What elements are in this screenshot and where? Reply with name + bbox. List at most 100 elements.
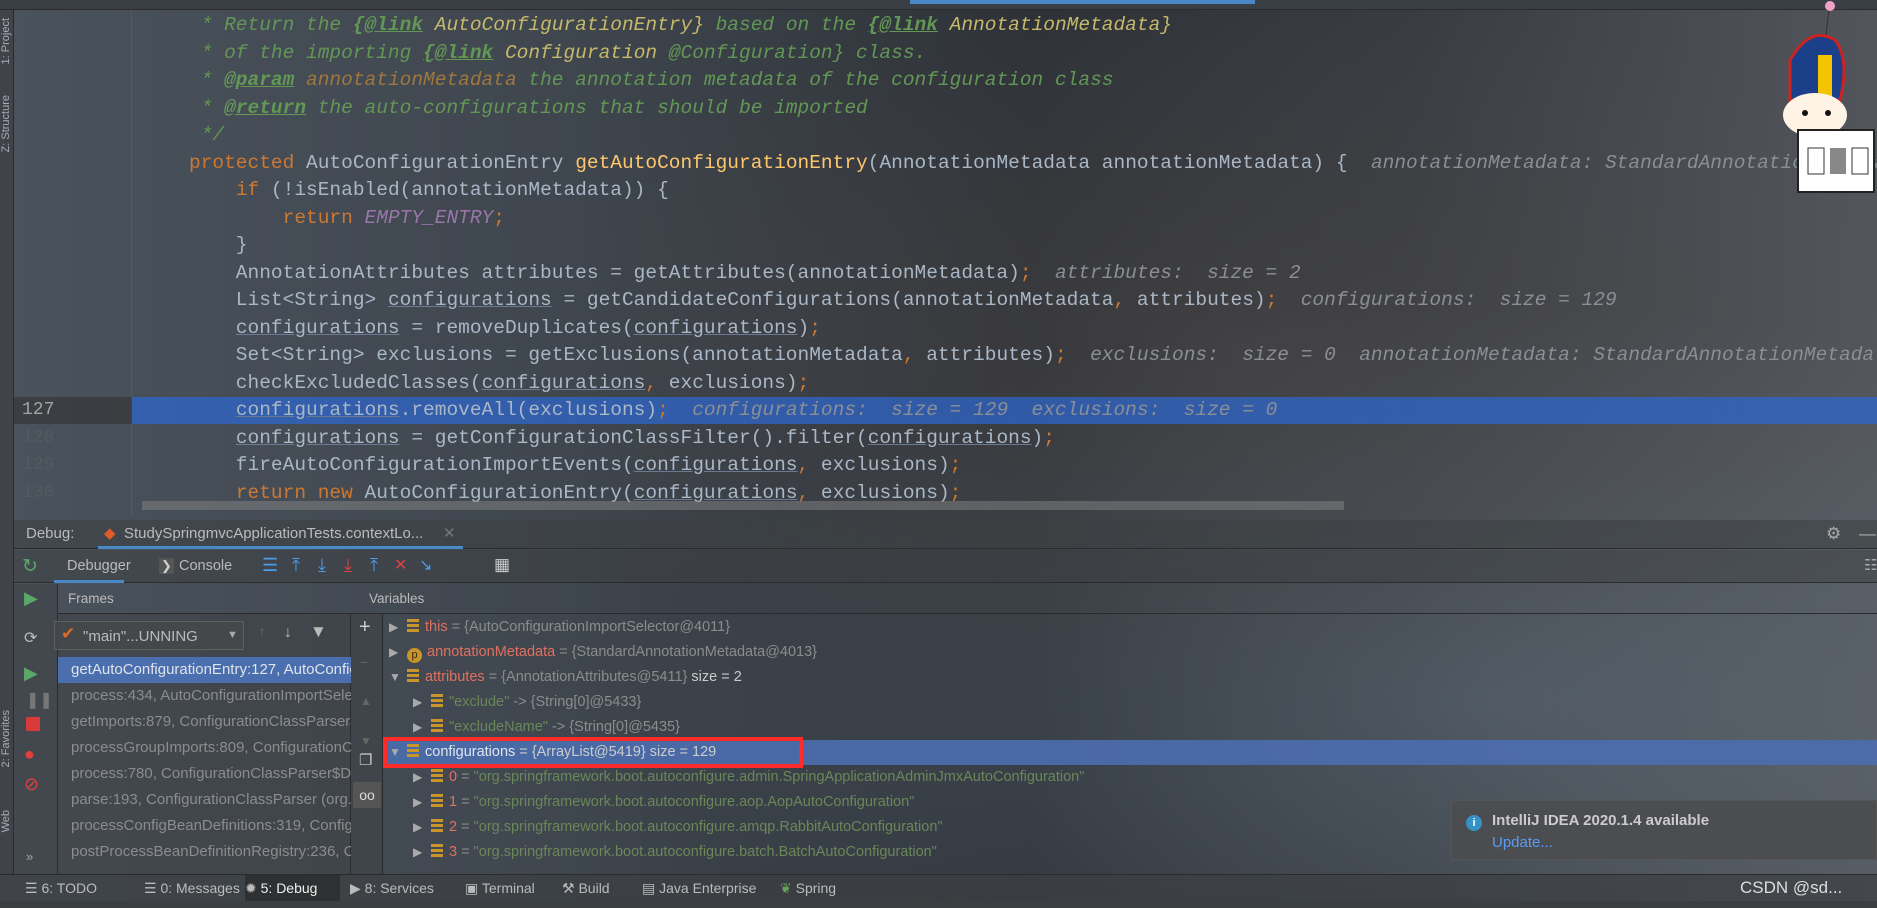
thread-select[interactable]: ✔ "main"...UNNING ▼ [54,621,244,650]
code-line: if (!isEnabled(annotationMetadata)) { [189,177,1877,205]
structure-tool-button[interactable]: Z: Structure [0,95,14,152]
editor-horizontal-scrollbar[interactable] [142,501,1344,510]
tab-console-label: Console [179,558,233,574]
variable-row[interactable]: ▶ "exclude" -> {String[0]@5433} [383,690,1877,715]
frame-item[interactable]: process:780, ConfigurationClassParser$De… [58,761,351,787]
view-breakpoints-icon[interactable]: ● [24,744,35,765]
filter-icon[interactable]: ▼ [310,622,327,642]
variable-name: this [425,619,448,635]
collapse-arrow-icon[interactable]: ▼ [389,665,407,690]
tool-tab[interactable]: ▣ Terminal [465,875,555,901]
add-watch-icon[interactable]: + [359,616,371,639]
left-tool-strip: 1: Project Z: Structure 2: Favorites Web [0,10,14,874]
expand-arrow-icon[interactable]: ▶ [413,815,431,840]
arrow-down-icon[interactable]: ↓ [284,624,292,642]
code-token: EMPTY_ENTRY [364,206,494,229]
code-token: AnnotationMetadata} [937,14,1172,36]
step-over-icon[interactable]: ⤓ [318,555,326,576]
code-token: ; [809,316,821,339]
gear-icon[interactable]: ⚙ [1826,524,1841,544]
frames-list[interactable]: getAutoConfigurationEntry:127, AutoConfi… [58,657,351,874]
tool-tab[interactable]: ⚒ Build [562,875,634,901]
frame-item[interactable]: parse:193, ConfigurationClassParser (org… [58,787,351,813]
more-icon[interactable]: » [26,849,33,864]
code-token: configurations [633,316,798,339]
web-tool-button[interactable]: Web [0,810,14,832]
expand-arrow-icon[interactable]: ▶ [413,765,431,790]
drop-frame-icon[interactable]: ✕ [394,555,407,575]
run-to-cursor-icon[interactable]: ↘ [419,555,432,575]
inline-debug-value: configurations: size = 129 exclusions: s… [668,399,1278,421]
minimize-icon[interactable]: — [1859,524,1876,544]
messages-icon: ☰ [144,880,161,896]
move-up-icon[interactable]: ▲ [360,694,372,708]
code-line: * Return the {@link AutoConfigurationEnt… [189,12,1877,40]
code-token: {@link [352,14,424,36]
variable-row[interactable]: ▶ p annotationMetadata = {StandardAnnotati… [383,640,1877,665]
tool-tab[interactable]: ▤ Java Enterprise [642,875,772,901]
code-line: AnnotationAttributes attributes = getAtt… [189,260,1877,288]
expand-arrow-icon[interactable]: ▶ [389,640,407,665]
copy-icon[interactable]: ❐ [359,751,372,769]
step-into-icon[interactable]: ⤓ [344,555,352,576]
session-tab-label: StudySpringmvcApplicationTests.contextLo… [124,525,424,542]
tool-tab-label: 5: Debug [260,880,318,896]
active-editor-tab[interactable] [910,0,1255,4]
show-execution-point-icon[interactable]: ⤒ [292,555,300,576]
frame-item[interactable]: getImports:879, ConfigurationClassParser… [58,709,351,735]
project-tool-button[interactable]: 1: Project [0,18,14,64]
inline-debug-value: configurations: size = 129 [1277,289,1617,311]
variable-name: 0 [449,769,458,785]
variable-row[interactable]: ▶ this = {AutoConfigurationImportSelector… [383,615,1877,640]
frame-item[interactable]: process:434, AutoConfigurationImportSele… [58,683,351,709]
mute-breakpoints-icon[interactable]: ⊘ [24,774,39,795]
code-token: , [1113,289,1126,311]
update-notification[interactable]: i IntelliJ IDEA 2020.1.4 available Updat… [1451,800,1877,860]
tab-console[interactable]: ❯ Console [159,550,259,583]
frame-item[interactable]: getAutoConfigurationEntry:127, AutoConfi… [58,657,351,683]
code-token: exclusions) [809,454,950,476]
expand-arrow-icon[interactable]: ▶ [413,690,431,715]
favorites-tool-button[interactable]: 2: Favorites [0,710,14,767]
update-link[interactable]: Update... [1492,834,1553,851]
resume-icon[interactable]: ▶ [24,663,38,684]
expand-arrow-icon[interactable]: ▶ [413,840,431,865]
debug-session-tab[interactable]: ◆ StudySpringmvcApplicationTests.context… [98,520,463,549]
expand-arrow-icon[interactable]: ▶ [389,615,407,640]
remove-watch-icon[interactable]: − [360,654,368,670]
tool-tab[interactable]: ❦ Spring [780,875,860,901]
code-token: @return [224,96,307,119]
tool-tab[interactable]: ▶ 8: Services [350,875,458,901]
rerun-failed-icon[interactable]: ▶ [24,588,38,609]
frame-item[interactable]: processConfigBeanDefinitions:319, Config… [58,813,351,839]
watches-toggle-icon[interactable]: oo [353,782,381,808]
tab-debugger[interactable]: Debugger [54,550,131,583]
tool-tab[interactable]: ✹ 5: Debug [245,875,340,901]
code-token: @Configuration} class. [657,41,927,64]
settings-restore-icon[interactable]: ⟳ [24,628,37,648]
layout-settings-icon[interactable]: ☷ [1864,556,1877,574]
arrow-up-icon[interactable]: ↑ [258,624,266,642]
close-icon[interactable]: ✕ [443,524,456,542]
variable-row[interactable]: ▼ attributes = {AnnotationAttributes@5411… [383,665,1877,690]
code-token: */ [189,124,225,146]
frame-item[interactable]: postProcessBeanDefinitionRegistry:236, C… [58,839,351,865]
tool-tab[interactable]: ☰ 6: TODO [25,875,130,901]
stop-icon[interactable] [26,717,40,731]
threads-menu-icon[interactable]: ☰ [262,555,278,576]
move-down-icon[interactable]: ▼ [360,734,372,748]
variable-row[interactable]: ▶ 0 = "org.springframework.boot.autoconfi… [383,765,1877,790]
evaluate-expression-icon[interactable]: ▦ [494,555,510,575]
pause-icon[interactable]: ❚❚ [26,690,53,710]
tool-tab[interactable]: ☰ 0: Messages [144,875,244,901]
rerun-icon[interactable]: ↻ [22,555,38,578]
tool-tab-label: 0: Messages [160,880,240,896]
expand-arrow-icon[interactable]: ▶ [413,790,431,815]
step-out-icon[interactable]: ⤒ [370,555,378,576]
variable-name: 2 [449,819,458,835]
frame-item[interactable]: processGroupImports:809, ConfigurationCl… [58,735,351,761]
code-token: = getCandidateConfigurations(annotationM… [551,289,1114,311]
code-token: the annotation metadata of the configura… [516,69,1114,91]
